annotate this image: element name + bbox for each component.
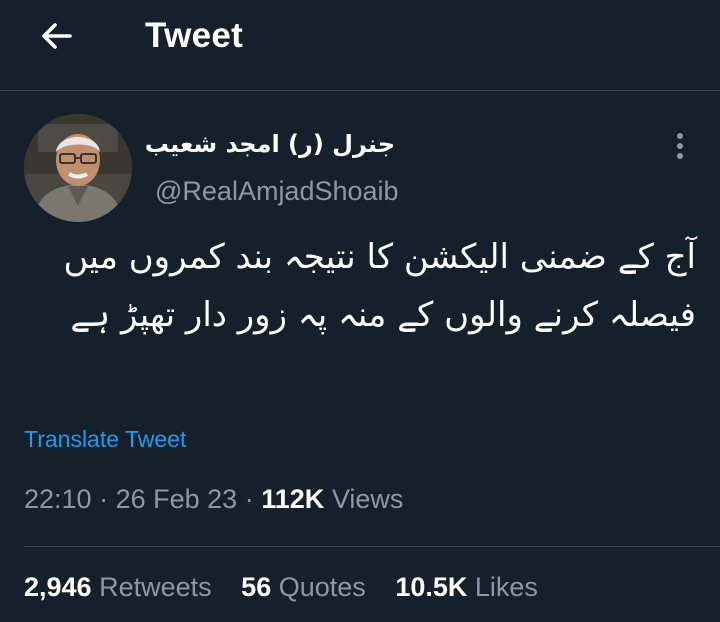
avatar[interactable] xyxy=(24,114,132,222)
quotes-label: Quotes xyxy=(278,572,366,602)
back-button[interactable] xyxy=(36,18,76,58)
author-display-name[interactable]: جنرل (ر) امجد شعیب xyxy=(145,130,395,158)
quotes-count: 56 xyxy=(241,572,272,602)
top-bar: Tweet xyxy=(0,0,720,91)
likes-count: 10.5K xyxy=(395,572,468,602)
retweets-count: 2,946 xyxy=(24,572,92,602)
divider xyxy=(24,546,720,547)
quotes-stat[interactable]: 56 Quotes xyxy=(241,572,373,602)
more-options-button[interactable] xyxy=(664,130,696,166)
author-handle[interactable]: @RealAmjadShoaib xyxy=(155,176,399,207)
tweet-date[interactable]: 26 Feb 23 xyxy=(116,484,238,514)
page-title: Tweet xyxy=(145,16,244,55)
retweets-stat[interactable]: 2,946 Retweets xyxy=(24,572,219,602)
views-count: 112K xyxy=(261,484,325,514)
engagement-stats: 2,946 Retweets 56 Quotes 10.5K Likes xyxy=(24,572,560,603)
tweet-time[interactable]: 22:10 xyxy=(24,484,92,514)
arrow-left-icon xyxy=(36,16,76,61)
more-vertical-icon xyxy=(674,131,686,166)
meta-separator: · xyxy=(99,484,109,514)
tweet-meta: 22:10 · 26 Feb 23 · 112K Views xyxy=(24,484,403,515)
likes-stat[interactable]: 10.5K Likes xyxy=(395,572,538,602)
retweets-label: Retweets xyxy=(99,572,212,602)
views-label: Views xyxy=(331,484,404,514)
translate-tweet-link[interactable]: Translate Tweet xyxy=(24,426,186,453)
tweet-text: آج کے ضمنی الیکشن کا نتیجہ بند کمروں میں… xyxy=(63,237,696,335)
likes-label: Likes xyxy=(474,572,538,602)
meta-separator: · xyxy=(244,484,254,514)
